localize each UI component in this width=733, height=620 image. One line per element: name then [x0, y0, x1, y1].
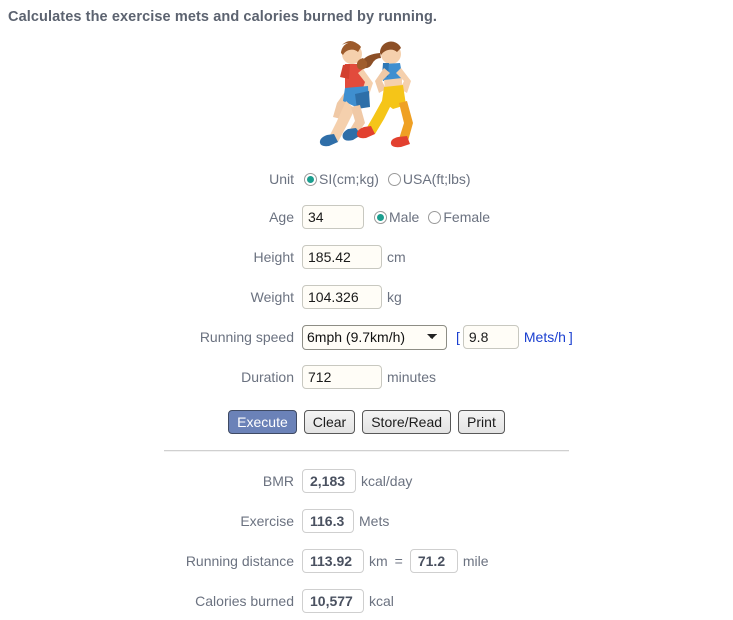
unit-label: Unit	[269, 171, 294, 187]
results-section: BMR 2,183 kcal/day Exercise 116.3 Mets R…	[0, 466, 733, 616]
duration-unit: minutes	[387, 369, 437, 385]
age-input[interactable]	[302, 205, 364, 229]
bracket-right: ]	[568, 329, 573, 345]
running-distance-mile-value: 71.2	[409, 549, 458, 573]
duration-input[interactable]	[302, 365, 382, 389]
gender-radio-male[interactable]: Male	[374, 209, 419, 225]
running-distance-km-value: 113.92	[302, 549, 364, 573]
radio-selected-icon	[374, 210, 387, 224]
weight-row: Weight kg	[0, 282, 733, 312]
radio-selected-icon	[304, 172, 317, 186]
store-read-button[interactable]: Store/Read	[362, 410, 452, 434]
input-form: Unit SI(cm;kg) USA(ft;lbs) Age Male Fema…	[0, 164, 733, 392]
two-runners-illustration	[319, 40, 413, 148]
weight-input[interactable]	[302, 285, 382, 309]
duration-label: Duration	[241, 369, 294, 385]
weight-unit: kg	[387, 289, 402, 305]
duration-row: Duration minutes	[0, 362, 733, 392]
gender-female-label: Female	[443, 209, 491, 225]
running-distance-mile-unit: mile	[462, 553, 489, 569]
illustration-container	[0, 31, 733, 156]
bmr-label: BMR	[262, 473, 294, 489]
age-row: Age Male Female	[0, 202, 733, 232]
running-speed-select[interactable]: 6mph (9.7km/h)	[302, 324, 447, 350]
gender-male-label: Male	[389, 209, 420, 225]
unit-radio-si[interactable]: SI(cm;kg)	[304, 171, 379, 187]
bmr-value: 2,183	[302, 469, 356, 493]
exercise-label: Exercise	[240, 513, 294, 529]
radio-unselected-icon	[387, 172, 401, 186]
unit-si-label: SI(cm;kg)	[319, 171, 379, 187]
clear-button[interactable]: Clear	[303, 410, 356, 434]
execute-button[interactable]: Execute	[228, 410, 297, 434]
calories-burned-value: 10,577	[302, 589, 364, 613]
gender-radio-female[interactable]: Female	[428, 209, 490, 225]
equals-sign: =	[394, 553, 403, 569]
age-label: Age	[269, 209, 294, 225]
running-speed-row: Running speed 6mph (9.7km/h) [ Mets/h ]	[0, 322, 733, 352]
mets-per-hour-input[interactable]	[462, 325, 519, 349]
mets-per-hour-link[interactable]: Mets/h	[524, 329, 566, 345]
radio-unselected-icon	[428, 210, 442, 224]
unit-row: Unit SI(cm;kg) USA(ft;lbs)	[0, 164, 733, 194]
unit-usa-label: USA(ft;lbs)	[402, 171, 471, 187]
calories-burned-unit: kcal	[369, 593, 394, 609]
print-button[interactable]: Print	[458, 410, 505, 434]
bmr-unit: kcal/day	[361, 473, 413, 489]
running-speed-label: Running speed	[199, 329, 294, 345]
page-title: Calculates the exercise mets and calorie…	[8, 9, 438, 25]
bmr-row: BMR 2,183 kcal/day	[0, 466, 733, 496]
exercise-row: Exercise 116.3 Mets	[0, 506, 733, 536]
unit-radio-usa[interactable]: USA(ft;lbs)	[387, 171, 471, 187]
running-distance-row: Running distance 113.92 km = 71.2 mile	[0, 546, 733, 576]
height-unit: cm	[387, 249, 406, 265]
weight-label: Weight	[250, 289, 294, 305]
button-row: Execute Clear Store/Read Print	[0, 410, 733, 434]
section-divider	[164, 450, 569, 452]
calories-burned-label: Calories burned	[195, 593, 294, 609]
running-distance-label: Running distance	[185, 553, 294, 569]
exercise-unit: Mets	[359, 513, 390, 529]
calories-burned-row: Calories burned 10,577 kcal	[0, 586, 733, 616]
bracket-left: [	[456, 329, 460, 345]
running-distance-km-unit: km	[369, 553, 388, 569]
height-row: Height cm	[0, 242, 733, 272]
height-label: Height	[253, 249, 294, 265]
height-input[interactable]	[302, 245, 382, 269]
exercise-value: 116.3	[302, 509, 354, 533]
